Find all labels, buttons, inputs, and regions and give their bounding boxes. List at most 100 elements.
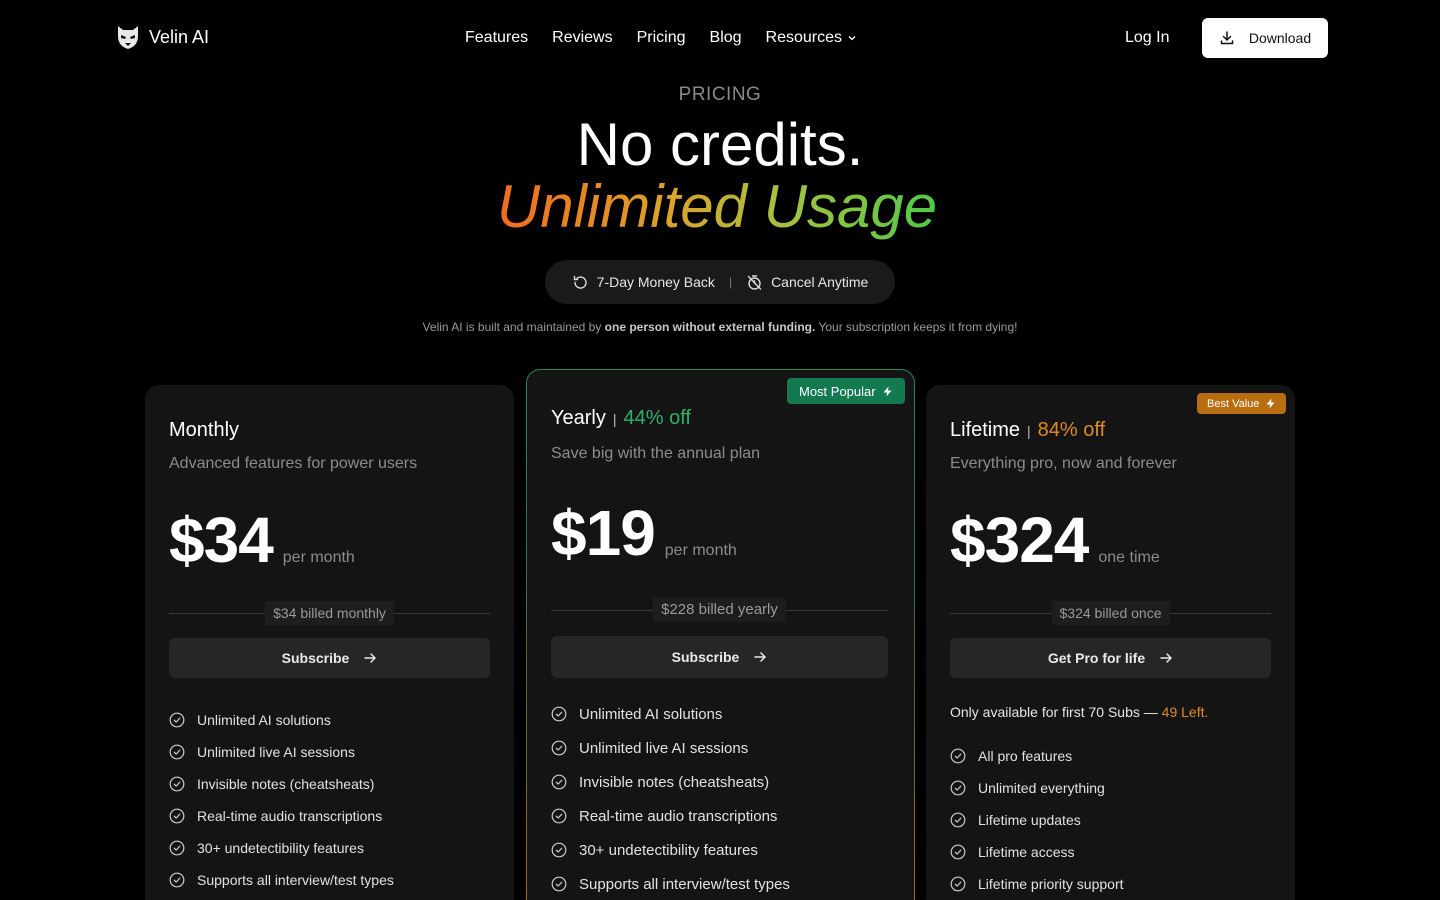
divider bbox=[169, 612, 266, 614]
lightning-icon bbox=[883, 386, 892, 396]
feature-list: Unlimited AI solutions Unlimited live AI… bbox=[551, 697, 790, 900]
cancel-anytime-item: Cancel Anytime bbox=[746, 274, 868, 291]
feature-list: Unlimited AI solutions Unlimited live AI… bbox=[169, 704, 394, 896]
check-circle-icon bbox=[950, 876, 966, 892]
divider bbox=[393, 612, 491, 614]
divider: | bbox=[612, 411, 617, 427]
money-back-item: 7-Day Money Back bbox=[572, 274, 715, 291]
divider bbox=[785, 609, 888, 611]
billing-info: $228 billed yearly bbox=[551, 598, 888, 622]
lightning-icon bbox=[1266, 398, 1275, 409]
money-back-label: 7-Day Money Back bbox=[596, 274, 715, 290]
price-row: $324 one time bbox=[950, 503, 1160, 577]
list-item: 30+ undetectibility features bbox=[551, 833, 790, 867]
divider bbox=[1169, 612, 1272, 614]
badge-label: Best Value bbox=[1207, 397, 1260, 410]
list-item: Real-time audio transcriptions bbox=[551, 799, 790, 833]
check-circle-icon bbox=[169, 872, 185, 888]
most-popular-badge: Most Popular bbox=[787, 378, 905, 404]
plan-card-lifetime: Best Value Lifetime | 84% off Everything… bbox=[926, 385, 1295, 900]
plan-description: Everything pro, now and forever bbox=[950, 455, 1177, 472]
feature-label: Lifetime access bbox=[978, 844, 1075, 860]
list-item: Unlimited AI solutions bbox=[169, 704, 394, 736]
nav-blog[interactable]: Blog bbox=[710, 28, 742, 48]
download-button[interactable]: Download bbox=[1202, 18, 1328, 58]
subscribe-label: Subscribe bbox=[281, 650, 350, 666]
feature-label: Real-time audio transcriptions bbox=[579, 807, 778, 825]
list-item: Invisible notes (cheatsheats) bbox=[169, 768, 394, 800]
nav-features[interactable]: Features bbox=[465, 28, 528, 48]
list-item: Supports all interview/test types bbox=[169, 864, 394, 896]
nav-pricing[interactable]: Pricing bbox=[637, 28, 686, 48]
cancel-anytime-label: Cancel Anytime bbox=[771, 274, 869, 290]
badge-label: Most Popular bbox=[799, 383, 876, 399]
page-title-gradient: Unlimited Usage bbox=[0, 174, 1440, 240]
timer-off-icon bbox=[747, 274, 762, 290]
nav-reviews[interactable]: Reviews bbox=[552, 28, 612, 48]
nav-resources[interactable]: Resources bbox=[766, 28, 858, 48]
login-link[interactable]: Log In bbox=[1125, 28, 1169, 48]
discount-label: 44% off bbox=[623, 407, 691, 429]
feature-label: Unlimited AI solutions bbox=[579, 705, 723, 723]
check-circle-icon bbox=[950, 780, 966, 796]
arrow-right-icon bbox=[1160, 653, 1172, 663]
check-circle-icon bbox=[950, 748, 966, 764]
feature-label: Lifetime updates bbox=[978, 812, 1081, 828]
check-circle-icon bbox=[551, 740, 567, 756]
feature-label: Unlimited live AI sessions bbox=[197, 744, 355, 760]
check-circle-icon bbox=[551, 876, 567, 892]
feature-label: 30+ undetectibility features bbox=[197, 840, 364, 856]
availability-text: Only available for first 70 Subs — bbox=[950, 704, 1162, 720]
guarantee-pill: 7-Day Money Back | Cancel Anytime bbox=[545, 260, 895, 304]
plan-card-yearly: Most Popular Yearly | 44% off Save big w… bbox=[526, 369, 915, 900]
check-circle-icon bbox=[169, 744, 185, 760]
price-amount: $34 bbox=[169, 504, 274, 576]
feature-label: Supports all interview/test types bbox=[197, 872, 394, 888]
gradient-text: Unlimited Usage bbox=[497, 173, 943, 240]
check-circle-icon bbox=[169, 712, 185, 728]
plan-name: Monthly bbox=[169, 419, 240, 441]
billing-info: $34 billed monthly bbox=[169, 601, 491, 625]
top-navbar: Velin AI Features Reviews Pricing Blog R… bbox=[0, 0, 1440, 76]
feature-list: All pro features Unlimited everything Li… bbox=[950, 740, 1124, 900]
download-icon bbox=[1220, 31, 1234, 45]
subscribe-button[interactable]: Subscribe bbox=[551, 636, 888, 678]
list-item: Lifetime updates bbox=[950, 804, 1124, 836]
billing-info: $324 billed once bbox=[950, 601, 1272, 625]
plan-name: Lifetime bbox=[950, 419, 1021, 441]
price-amount: $19 bbox=[551, 497, 656, 569]
brand-name: Velin AI bbox=[149, 26, 210, 47]
feature-label: Unlimited live AI sessions bbox=[579, 739, 749, 757]
check-circle-icon bbox=[551, 774, 567, 790]
feature-label: Real-time audio transcriptions bbox=[197, 808, 383, 824]
feature-label: Invisible notes (cheatsheats) bbox=[579, 773, 770, 791]
feature-label: Unlimited AI solutions bbox=[197, 712, 331, 728]
subscribe-button[interactable]: Subscribe bbox=[169, 638, 490, 678]
get-pro-button[interactable]: Get Pro for life bbox=[950, 638, 1271, 678]
list-item: 30+ undetectibility features bbox=[169, 832, 394, 864]
list-item: Unlimited live AI sessions bbox=[169, 736, 394, 768]
download-label: Download bbox=[1248, 30, 1312, 46]
plan-title: Monthly bbox=[169, 419, 239, 442]
nav-resources-label: Resources bbox=[765, 29, 843, 46]
list-item: All pro features bbox=[950, 740, 1124, 772]
brand-link[interactable]: Velin AI bbox=[116, 24, 209, 50]
plan-title: Lifetime | 84% off bbox=[950, 419, 1105, 442]
list-item: Unlimited live AI sessions bbox=[551, 731, 790, 765]
list-item: Lifetime access bbox=[950, 836, 1124, 868]
price-unit: per month bbox=[282, 549, 355, 566]
list-item: Invisible notes (cheatsheats) bbox=[551, 765, 790, 799]
mask-logo-icon bbox=[118, 26, 138, 49]
list-item: Lifetime priority support bbox=[950, 868, 1124, 900]
nav-links: Features Reviews Pricing Blog Resources bbox=[465, 28, 858, 48]
plan-title: Yearly | 44% off bbox=[551, 407, 691, 430]
list-item: Real-time audio transcriptions bbox=[169, 800, 394, 832]
check-circle-icon bbox=[551, 706, 567, 722]
availability-note: Only available for first 70 Subs — 49 Le… bbox=[950, 704, 1208, 720]
feature-label: Supports all interview/test types bbox=[579, 875, 790, 893]
feature-label: Invisible notes (cheatsheats) bbox=[197, 776, 375, 792]
check-circle-icon bbox=[950, 844, 966, 860]
divider: | bbox=[1027, 423, 1031, 439]
funding-note: Velin AI is built and maintained by one … bbox=[0, 320, 1440, 334]
check-circle-icon bbox=[551, 842, 567, 858]
